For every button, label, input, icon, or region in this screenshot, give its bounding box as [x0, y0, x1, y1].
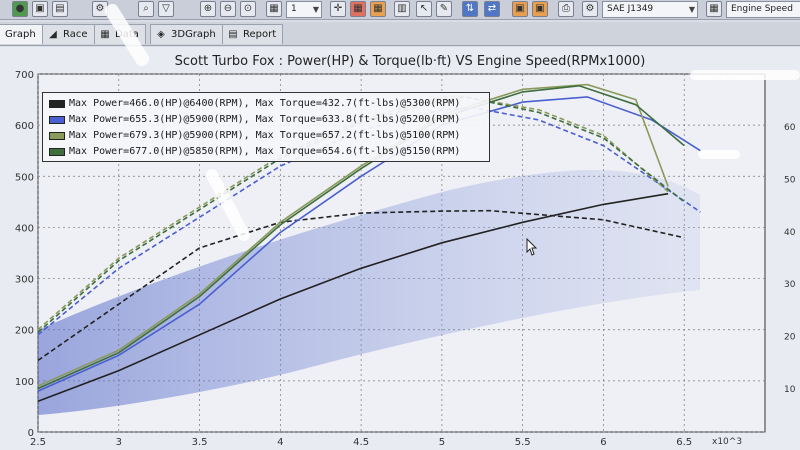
right-tick-label: 60: [784, 123, 796, 133]
y-tick-label: 700: [15, 70, 34, 81]
legend-item: Max Power=655.3(HP)@5900(RPM), Max Torqu…: [47, 112, 485, 128]
x-tick-label: 4.5: [353, 437, 369, 448]
legend-swatch: [49, 148, 65, 156]
y-tick-label: 500: [15, 172, 34, 183]
y-tick-label: 400: [15, 223, 34, 234]
legend-item: Max Power=677.0(HP)@5850(RPM), Max Torqu…: [47, 144, 485, 160]
x-tick-label: 6: [600, 437, 606, 448]
screen-glare: [698, 150, 740, 159]
x-exponent-label: x10^3: [712, 437, 742, 447]
legend-swatch: [49, 116, 65, 124]
legend-swatch: [49, 100, 65, 108]
legend: Max Power=466.0(HP)@6400(RPM), Max Torqu…: [42, 92, 490, 162]
y-ticks: 0 100 200 300 400 500 600 700: [15, 70, 34, 439]
legend-text: Max Power=677.0(HP)@5850(RPM), Max Torqu…: [69, 146, 461, 157]
x-tick-label: 5.5: [515, 437, 531, 448]
legend-item: Max Power=466.0(HP)@6400(RPM), Max Torqu…: [47, 96, 485, 112]
y-tick-label: 600: [15, 121, 34, 132]
y-tick-label: 100: [15, 377, 34, 388]
y-tick-label: 0: [28, 428, 34, 439]
x-tick-label: 3.5: [192, 437, 208, 448]
x-ticks: 2.5 3 3.5 4 4.5 5 5.5 6 6.5: [30, 437, 692, 448]
right-tick-label: 50: [784, 175, 796, 185]
screen-glare: [690, 70, 800, 80]
legend-item: Max Power=679.3(HP)@5900(RPM), Max Torqu…: [47, 128, 485, 144]
right-tick-label: 10: [784, 385, 796, 395]
right-tick-label: 30: [784, 280, 796, 290]
dyno-chart: 2.5 3 3.5 4 4.5 5 5.5 6 6.5 01002003004005006007…: [15, 70, 796, 448]
x-tick-label: 6.5: [676, 437, 692, 448]
right-tick-label: 40: [784, 228, 796, 238]
legend-text: Max Power=655.3(HP)@5900(RPM), Max Torqu…: [69, 114, 461, 125]
y-tick-label: 200: [15, 326, 34, 337]
mouse-cursor-icon: [526, 238, 538, 256]
x-tick-label: 3: [116, 437, 122, 448]
legend-swatch: [49, 132, 65, 140]
legend-text: Max Power=466.0(HP)@6400(RPM), Max Torqu…: [69, 98, 461, 109]
y-tick-label: 300: [15, 275, 34, 286]
right-tick-label: 20: [784, 333, 796, 343]
x-tick-label: 5: [439, 437, 445, 448]
legend-text: Max Power=679.3(HP)@5900(RPM), Max Torqu…: [69, 130, 461, 141]
x-tick-label: 4: [277, 437, 283, 448]
right-ticks: 60 50 40 30 20 10: [784, 123, 796, 395]
